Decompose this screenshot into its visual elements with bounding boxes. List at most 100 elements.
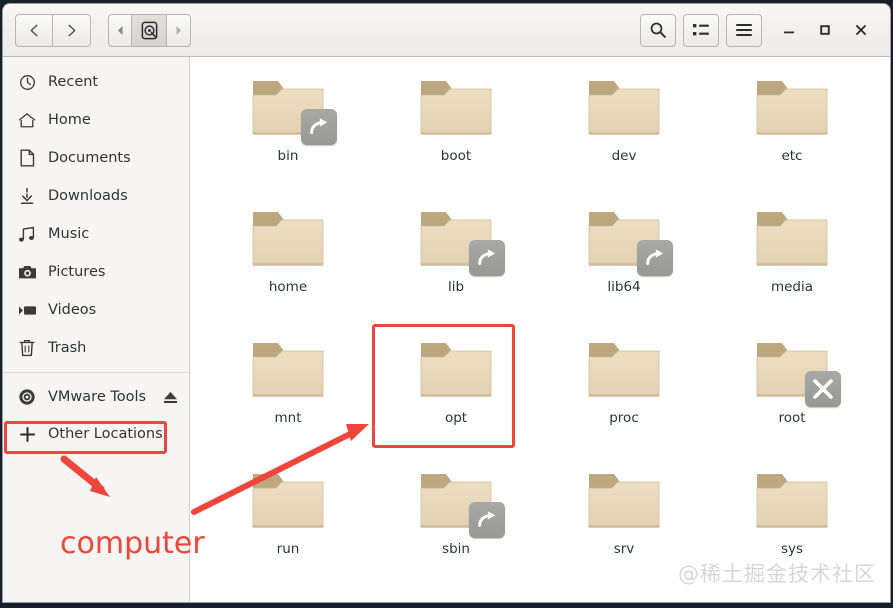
folder-icon [420, 343, 492, 397]
file-label: sbin [442, 541, 470, 557]
video-icon [17, 300, 37, 320]
folder-icon [252, 474, 324, 528]
file-label: dev [611, 148, 637, 164]
symlink-icon [646, 249, 664, 265]
sidebar-item-label: Other Locations [48, 426, 163, 442]
view-toggle-button[interactable] [683, 13, 719, 47]
callout-label-computer: computer [60, 526, 205, 561]
breadcrumb-scroll-left-button[interactable] [108, 13, 132, 47]
breadcrumb-scroll-right-button[interactable] [167, 13, 191, 47]
search-button[interactable] [640, 13, 676, 47]
file-item-boot[interactable]: boot [372, 67, 540, 198]
file-icon [413, 71, 499, 143]
file-item-sbin[interactable]: sbin [372, 460, 540, 591]
file-item-proc[interactable]: proc [540, 329, 708, 460]
menu-button[interactable] [726, 13, 762, 47]
folder-icon [588, 343, 660, 397]
sidebar-item-pictures[interactable]: Pictures [3, 253, 189, 291]
sidebar-item-label: Downloads [48, 188, 128, 204]
camera-icon [17, 262, 37, 282]
chevron-right-icon [68, 24, 76, 36]
forbidden-icon [813, 379, 833, 399]
download-icon [17, 186, 37, 206]
file-icon [749, 464, 835, 536]
file-icon [245, 71, 337, 145]
file-icon [749, 202, 835, 274]
sidebar-item-label: Videos [48, 302, 97, 318]
window-body: Recent Home Documents Downloads Music Pi… [3, 57, 890, 602]
file-item-lib[interactable]: lib [372, 198, 540, 329]
file-icon [749, 71, 835, 143]
file-item-root[interactable]: root [708, 329, 876, 460]
emblem-symlink [469, 502, 505, 538]
file-manager-window: Recent Home Documents Downloads Music Pi… [3, 4, 890, 602]
file-label: root [778, 410, 806, 426]
disc-icon [17, 387, 37, 407]
file-label: srv [613, 541, 635, 557]
file-grid: bin boot dev etc home lib lib64 media mn… [204, 67, 876, 591]
file-grid-area: bin boot dev etc home lib lib64 media mn… [190, 57, 890, 602]
sidebar-item-vmware-tools[interactable]: VMware Tools [3, 378, 189, 416]
file-icon [245, 333, 331, 405]
folder-icon [252, 343, 324, 397]
sidebar-item-label: Trash [48, 340, 87, 356]
window-controls [772, 13, 878, 47]
sidebar-item-label: VMware Tools [48, 389, 147, 405]
toolbar-buttons [640, 13, 762, 47]
symlink-icon [310, 118, 328, 134]
file-icon [581, 333, 667, 405]
navigation-buttons [15, 13, 91, 47]
file-icon [413, 464, 505, 538]
file-item-bin[interactable]: bin [204, 67, 372, 198]
hard-disk-icon [141, 21, 157, 39]
file-icon [581, 464, 667, 536]
file-label: lib [447, 279, 465, 295]
sidebar-item-downloads[interactable]: Downloads [3, 177, 189, 215]
screen: Recent Home Documents Downloads Music Pi… [0, 0, 893, 608]
file-label: proc [609, 410, 639, 426]
maximize-button[interactable] [808, 13, 842, 47]
file-label: bin [277, 148, 299, 164]
file-item-home[interactable]: home [204, 198, 372, 329]
folder-icon [420, 81, 492, 135]
clock-icon [17, 72, 37, 92]
sidebar-item-music[interactable]: Music [3, 215, 189, 253]
sidebar-item-label: Home [48, 112, 91, 128]
sidebar-item-home[interactable]: Home [3, 101, 189, 139]
file-label: etc [781, 148, 803, 164]
sidebar-item-documents[interactable]: Documents [3, 139, 189, 177]
file-icon [581, 202, 673, 276]
file-icon [413, 333, 499, 405]
eject-icon[interactable] [162, 390, 179, 405]
file-item-opt[interactable]: opt [372, 329, 540, 460]
file-item-run[interactable]: run [204, 460, 372, 591]
watermark: @稀土掘金技术社区 [678, 562, 876, 586]
forward-button[interactable] [53, 13, 91, 47]
hamburger-menu-icon [736, 24, 752, 36]
breadcrumb-item-filesystem[interactable] [132, 13, 167, 47]
breadcrumb [108, 13, 191, 47]
sidebar-item-trash[interactable]: Trash [3, 329, 189, 367]
file-icon [413, 202, 505, 276]
file-item-etc[interactable]: etc [708, 67, 876, 198]
minimize-button[interactable] [772, 13, 806, 47]
maximize-icon [820, 25, 830, 35]
list-view-icon [693, 24, 709, 36]
sidebar-item-other-locations[interactable]: Other Locations [3, 416, 189, 452]
back-button[interactable] [15, 13, 53, 47]
minimize-icon [784, 31, 794, 34]
emblem-symlink [637, 240, 673, 276]
file-item-media[interactable]: media [708, 198, 876, 329]
file-item-lib64[interactable]: lib64 [540, 198, 708, 329]
close-icon [856, 25, 866, 35]
file-label: opt [444, 410, 468, 426]
search-icon [650, 22, 666, 38]
file-icon [245, 202, 331, 274]
file-label: sys [780, 541, 804, 557]
file-item-mnt[interactable]: mnt [204, 329, 372, 460]
file-item-dev[interactable]: dev [540, 67, 708, 198]
folder-icon [252, 212, 324, 266]
close-button[interactable] [844, 13, 878, 47]
sidebar-item-recent[interactable]: Recent [3, 63, 189, 101]
sidebar-item-videos[interactable]: Videos [3, 291, 189, 329]
